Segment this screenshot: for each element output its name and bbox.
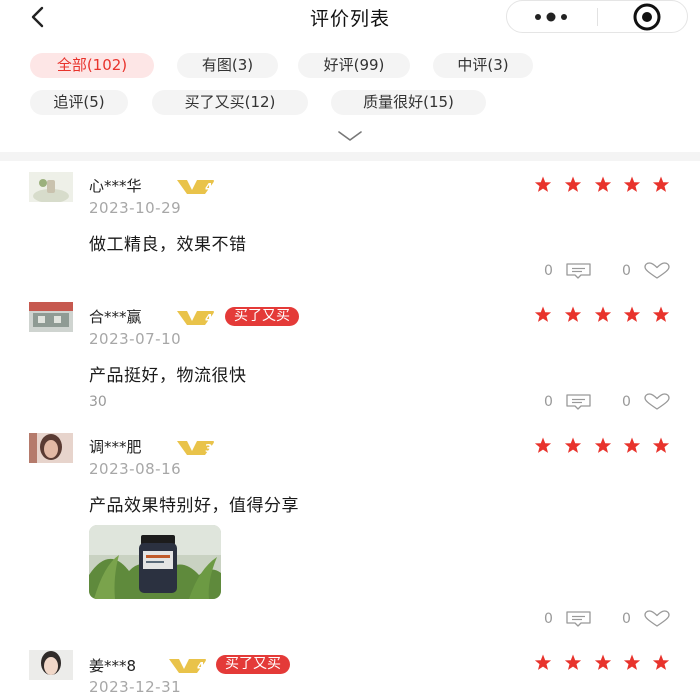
level-number: 4: [197, 660, 205, 673]
like-button[interactable]: 0: [622, 610, 672, 630]
more-dots-icon: [535, 12, 567, 22]
heart-icon: [644, 393, 670, 410]
level-number: 4: [205, 181, 213, 194]
filter-tag-follow-up[interactable]: 追评(5): [30, 90, 128, 115]
comment-count: 0: [544, 611, 553, 627]
view-count: 30: [89, 394, 107, 410]
filter-tag-all[interactable]: 全部(102): [30, 53, 154, 78]
close-mini-program-button[interactable]: [598, 1, 688, 32]
like-button[interactable]: 0: [622, 393, 672, 413]
comment-icon: [566, 611, 591, 627]
comment-button[interactable]: 0: [544, 610, 594, 630]
review-date: 2023-08-16: [89, 460, 182, 478]
level-number: 3: [205, 442, 213, 455]
avatar[interactable]: [29, 172, 73, 202]
comment-count: 0: [544, 263, 553, 279]
like-count: 0: [622, 394, 631, 410]
review-text: 产品挺好，物流很快: [89, 366, 247, 386]
chevron-down-icon: [338, 131, 362, 141]
review-date: 2023-07-10: [89, 330, 182, 348]
target-close-icon: [633, 3, 661, 31]
star-icon: [534, 654, 670, 670]
star-icon: [534, 306, 670, 322]
filter-tag-neutral[interactable]: 中评(3): [433, 53, 533, 78]
star-icon: [534, 176, 670, 192]
like-count: 0: [622, 263, 631, 279]
username: 心***华: [89, 177, 142, 195]
repurchase-badge: 买了又买: [225, 307, 299, 326]
username: 合***赢: [89, 308, 142, 326]
comment-icon: [566, 263, 591, 279]
like-count: 0: [622, 611, 631, 627]
avatar[interactable]: [29, 433, 73, 463]
mini-program-capsule: [506, 0, 688, 33]
filter-tag-positive[interactable]: 好评(99): [298, 53, 410, 78]
star-icon: [534, 437, 670, 453]
filter-tag-repurchase[interactable]: 买了又买(12): [152, 90, 308, 115]
avatar[interactable]: [29, 302, 73, 332]
comment-button[interactable]: 0: [544, 393, 594, 413]
filter-tag-with-photos[interactable]: 有图(3): [177, 53, 278, 78]
heart-icon: [644, 610, 670, 627]
member-level-badge: 4: [177, 311, 214, 325]
section-divider: [0, 152, 700, 161]
comment-icon: [566, 394, 591, 410]
star-rating: [534, 654, 670, 670]
comment-button[interactable]: 0: [544, 262, 594, 282]
navigation-bar: 评价列表: [0, 0, 700, 36]
review-text: 产品效果特别好，值得分享: [89, 496, 299, 516]
review-text: 做工精良，效果不错: [89, 235, 247, 255]
star-rating: [534, 437, 670, 453]
comment-count: 0: [544, 394, 553, 410]
member-level-badge: 3: [177, 441, 214, 455]
expand-filters-button[interactable]: [336, 128, 364, 144]
username: 调***肥: [89, 438, 142, 456]
more-button[interactable]: [507, 1, 597, 32]
filter-tag-good-quality[interactable]: 质量很好(15): [331, 90, 486, 115]
review-date: 2023-12-31: [89, 678, 182, 696]
heart-icon: [644, 262, 670, 279]
username: 姜***8: [89, 657, 137, 675]
member-level-badge: 4: [177, 180, 214, 194]
review-photo[interactable]: [89, 525, 221, 599]
star-rating: [534, 306, 670, 322]
level-number: 4: [205, 312, 213, 325]
like-button[interactable]: 0: [622, 262, 672, 282]
repurchase-badge: 买了又买: [216, 655, 290, 674]
review-date: 2023-10-29: [89, 199, 182, 217]
member-level-badge: 4: [169, 659, 206, 673]
avatar[interactable]: [29, 650, 73, 680]
star-rating: [534, 176, 670, 192]
